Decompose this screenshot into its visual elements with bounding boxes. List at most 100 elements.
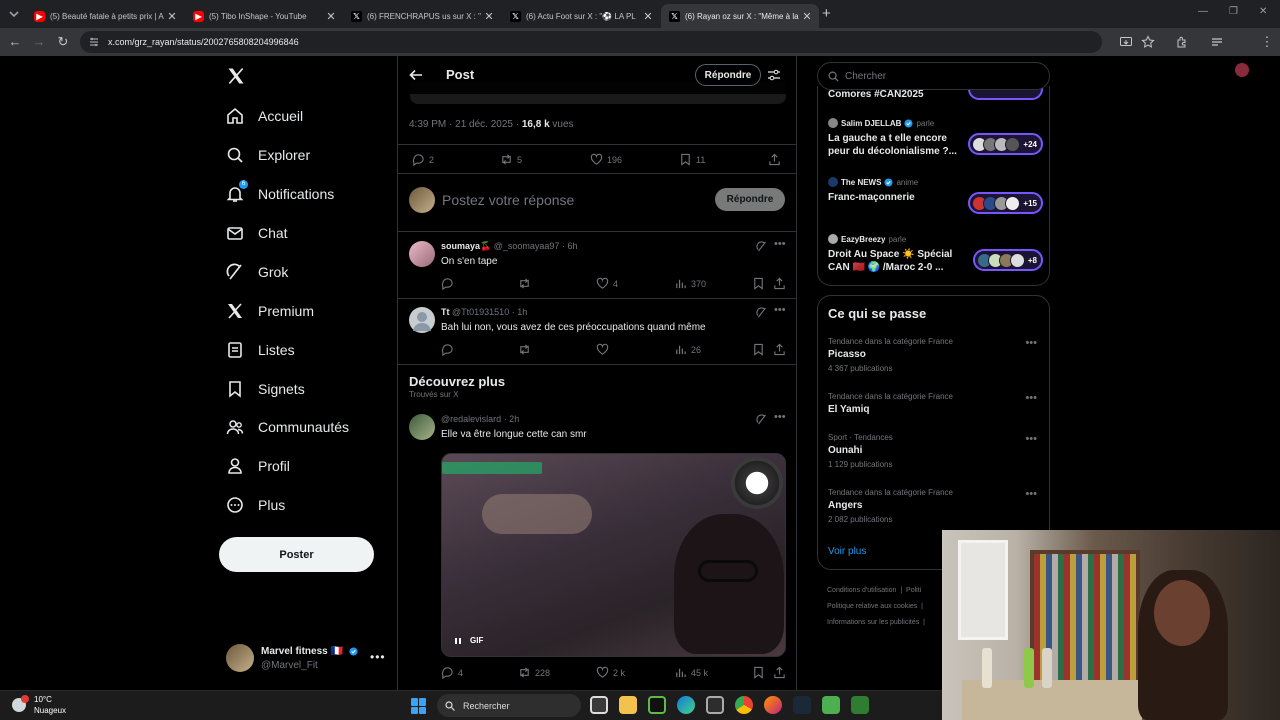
space-listeners[interactable]: +24 — [968, 133, 1043, 155]
maximize-icon[interactable]: ❐ — [1229, 6, 1238, 17]
app-icon[interactable] — [822, 696, 840, 714]
nav-notifications[interactable]: 6 Notifications — [226, 180, 334, 206]
nav-chat[interactable]: Chat — [226, 221, 288, 245]
app-icon[interactable] — [851, 696, 869, 714]
tab-search-icon[interactable] — [6, 6, 22, 22]
extensions-icon[interactable] — [1175, 35, 1189, 49]
windows-start-icon[interactable] — [411, 698, 427, 714]
show-more-link[interactable]: Voir plus — [828, 546, 866, 557]
views-action[interactable]: 370 — [674, 277, 706, 290]
trend-item[interactable]: Tendance dans la catégorie France El Yam… — [828, 392, 1043, 415]
nav-explore[interactable]: Explorer — [226, 143, 310, 167]
grok-icon[interactable] — [756, 307, 767, 318]
reload-icon[interactable]: ↻ — [55, 34, 71, 50]
reply-action[interactable]: 4 — [441, 666, 463, 679]
address-bar[interactable]: x.com/grz_rayan/status/20027658082049968… — [80, 31, 1102, 53]
nav-premium[interactable]: Premium — [226, 299, 314, 323]
like-action[interactable] — [596, 343, 613, 356]
nav-home[interactable]: Accueil — [226, 104, 303, 128]
repost-action[interactable]: 228 — [518, 666, 550, 679]
reply-tweet[interactable]: Tt @Tt01931510 · 1h ••• Bah lui non, vou… — [398, 299, 796, 365]
steam-icon[interactable] — [793, 696, 811, 714]
author-name[interactable]: Tt — [441, 307, 450, 317]
browser-tab-active[interactable]: 𝕏 (6) Rayan oz sur X : "Même à la ✕ — [661, 4, 819, 28]
more-icon[interactable]: ••• — [370, 650, 386, 664]
author-handle[interactable]: @Tt01931510 — [452, 307, 509, 317]
browser-tab[interactable]: 𝕏 (6) Actu Foot sur X : "⚽ LA PL ✕ — [502, 4, 660, 28]
share-action[interactable] — [768, 153, 785, 166]
share-action[interactable] — [773, 343, 790, 356]
nav-more[interactable]: Plus — [226, 493, 285, 517]
views-action[interactable]: 45 k — [674, 666, 708, 679]
reply-action[interactable] — [441, 343, 458, 356]
taskbar-search[interactable]: Rechercher — [437, 694, 581, 717]
bookmark-star-icon[interactable] — [1141, 35, 1155, 49]
footer-link[interactable]: Politi — [906, 587, 921, 594]
more-icon[interactable]: ••• — [1025, 433, 1037, 445]
repost-action[interactable] — [518, 343, 535, 356]
more-icon[interactable]: ••• — [774, 411, 786, 423]
reply-action[interactable]: 2 — [412, 153, 434, 166]
trend-item[interactable]: Tendance dans la catégorie France Picass… — [828, 337, 1043, 373]
bookmark-action[interactable] — [752, 666, 769, 679]
author-handle[interactable]: @_soomayaa97 — [494, 241, 560, 251]
close-tab-icon[interactable]: ✕ — [325, 10, 337, 23]
repost-action[interactable] — [518, 277, 535, 290]
reply-input[interactable]: Postez votre réponse — [442, 192, 574, 208]
forward-icon[interactable]: → — [31, 34, 47, 50]
nav-profile[interactable]: Profil — [226, 454, 290, 478]
nav-communities[interactable]: Communautés — [226, 415, 349, 439]
bookmark-action[interactable]: 11 — [679, 153, 705, 166]
chrome-menu-icon[interactable]: ⋮ — [1259, 34, 1275, 50]
reply-button[interactable]: Répondre — [695, 64, 761, 86]
close-tab-icon[interactable]: ✕ — [642, 10, 654, 23]
share-action[interactable] — [773, 277, 790, 290]
reply-tweet[interactable]: soumaya🍒 @_soomayaa97 · 6h ••• On s'en t… — [398, 233, 796, 299]
pause-icon[interactable] — [454, 637, 462, 645]
more-icon[interactable]: ••• — [1025, 488, 1037, 500]
more-icon[interactable]: ••• — [1025, 392, 1037, 404]
close-tab-icon[interactable]: ✕ — [483, 10, 495, 23]
submit-reply-button[interactable]: Répondre — [715, 188, 785, 211]
share-action[interactable] — [773, 666, 790, 679]
views-action[interactable]: 26 — [674, 343, 701, 356]
bookmark-action[interactable] — [752, 277, 769, 290]
trend-item[interactable]: Sport · Tendances Ounahi 1 129 publicati… — [828, 433, 1043, 469]
close-window-icon[interactable]: ✕ — [1259, 6, 1267, 17]
chrome-icon[interactable] — [735, 696, 753, 714]
xbox-icon[interactable] — [648, 696, 666, 714]
install-app-icon[interactable] — [1119, 35, 1133, 49]
like-action[interactable]: 196 — [590, 153, 622, 166]
nav-lists[interactable]: Listes — [226, 338, 295, 362]
back-icon[interactable]: ← — [7, 34, 23, 50]
space-listeners[interactable]: +15 — [968, 192, 1043, 214]
reply-action[interactable] — [441, 277, 458, 290]
search-input[interactable]: Chercher — [817, 62, 1050, 90]
file-explorer-icon[interactable] — [619, 696, 637, 714]
nav-grok[interactable]: Grok — [226, 260, 288, 284]
author-name[interactable]: soumaya🍒 — [441, 241, 491, 251]
space-listeners[interactable]: +8 — [972, 249, 1043, 271]
nav-bookmarks[interactable]: Signets — [226, 377, 305, 401]
reading-list-icon[interactable] — [1210, 35, 1224, 49]
avatar[interactable] — [409, 414, 435, 440]
like-action[interactable]: 4 — [596, 277, 618, 290]
grok-icon[interactable] — [756, 414, 767, 425]
edge-icon[interactable] — [677, 696, 695, 714]
trend-item[interactable]: Tendance dans la catégorie France Angers… — [828, 488, 1043, 524]
like-action[interactable]: 2 k — [596, 666, 625, 679]
space-item[interactable]: EazyBreezy parle Droit Au Space ☀️ Spécia… — [828, 234, 1043, 273]
post-button[interactable]: Poster — [219, 537, 374, 572]
x-logo-icon[interactable] — [226, 66, 246, 86]
minimize-icon[interactable]: — — [1198, 6, 1208, 17]
avatar[interactable] — [409, 241, 435, 267]
browser-tab[interactable]: 𝕏 (6) FRENCHRAPUS us sur X : " ✕ — [343, 4, 501, 28]
repost-action[interactable]: 5 — [500, 153, 522, 166]
space-item[interactable]: The NEWS anime Franc-maçonnerie +15 — [828, 177, 1043, 214]
browser-tab[interactable]: ▶ (5) Beauté fatale à petits prix | A ✕ — [26, 4, 184, 28]
footer-link[interactable]: Conditions d'utilisation — [827, 587, 896, 594]
footer-link[interactable]: Informations sur les publicités — [827, 619, 919, 626]
profile-avatar[interactable] — [1235, 63, 1249, 77]
more-icon[interactable]: ••• — [774, 304, 786, 316]
bookmark-action[interactable] — [752, 343, 769, 356]
